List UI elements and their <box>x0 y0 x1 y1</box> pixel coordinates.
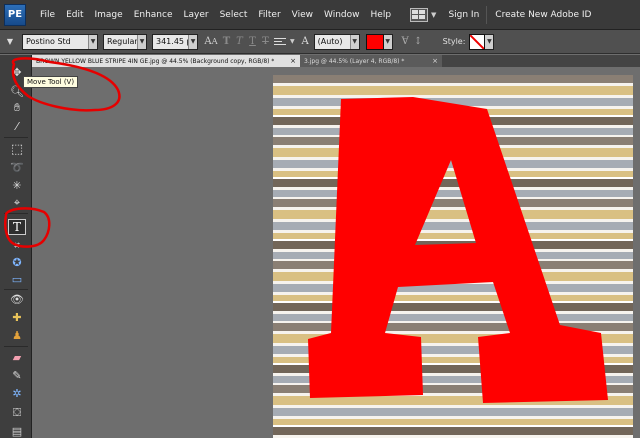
leading-value: (Auto) <box>317 37 343 46</box>
faux-bold-icon[interactable]: T <box>220 36 233 47</box>
font-family-select[interactable]: Postino Std ▼ <box>22 33 98 50</box>
chevron-down-icon[interactable]: ▼ <box>485 33 495 50</box>
tab-title: BROWN YELLOW BLUE STRIPE 4IN GE.jpg @ 44… <box>36 57 275 65</box>
chevron-down-icon[interactable]: ▼ <box>431 11 436 19</box>
type-tool-icon[interactable]: T <box>8 219 26 235</box>
document-tabs: BROWN YELLOW BLUE STRIPE 4IN GE.jpg @ 44… <box>32 55 640 67</box>
magic-wand-tool-icon[interactable]: ✳ <box>8 177 26 193</box>
menu-filter[interactable]: Filter <box>258 10 280 20</box>
menu-file[interactable]: File <box>40 10 55 20</box>
lasso-tool-icon[interactable]: ➰ <box>8 159 26 175</box>
chevron-down-icon: ▼ <box>349 34 359 49</box>
toolbox-divider <box>4 137 28 138</box>
smart-brush-tool-icon[interactable]: ✲ <box>8 385 26 401</box>
workspace-layout-icon[interactable] <box>410 7 429 22</box>
tool-options-bar: ▼ Postino Std ▼ Regular ▼ 341.45 p ▼ AA … <box>0 30 640 54</box>
toolbox: ✥ 🔍︎ ✋︎ ⁄ ⬚ ➰ ✳ ⌖ T ⌗ ✪ ▭ 👁︎ ✚ ♟ ▰ ✎ ✲ ⛋… <box>0 55 32 438</box>
crop-tool-icon[interactable]: ⌗ <box>8 238 26 254</box>
leading-select[interactable]: (Auto) ▼ <box>313 33 360 50</box>
spot-healing-tool-icon[interactable]: ✚ <box>8 309 26 325</box>
move-tool-tooltip: Move Tool (V) <box>23 76 79 88</box>
leading-icon: A <box>301 36 309 47</box>
font-size-value: 341.45 p <box>156 37 192 46</box>
chevron-down-icon: ▼ <box>88 34 97 49</box>
menu-bar: PE File Edit Image Enhance Layer Select … <box>0 0 640 30</box>
tab-title: 3.jpg @ 44.5% (Layer 4, RGB/8) * <box>304 57 405 65</box>
anti-alias-icon[interactable]: AA <box>202 36 220 47</box>
letter-a-type-layer[interactable] <box>273 75 633 438</box>
marquee-tool-icon[interactable]: ⬚ <box>8 141 26 157</box>
letter-a-shape <box>308 97 608 403</box>
style-none-swatch[interactable] <box>469 33 486 50</box>
red-eye-tool-icon[interactable]: 👁︎ <box>8 291 26 307</box>
close-icon[interactable]: × <box>290 57 296 65</box>
menu-edit[interactable]: Edit <box>66 10 83 20</box>
tab-stripe-document[interactable]: BROWN YELLOW BLUE STRIPE 4IN GE.jpg @ 44… <box>32 55 300 67</box>
letter-a-text: A <box>273 75 274 76</box>
font-family-value: Postino Std <box>26 37 71 46</box>
align-left-icon[interactable] <box>272 35 290 49</box>
strikethrough-icon[interactable]: T <box>259 36 272 47</box>
quick-selection-tool-icon[interactable]: ⌖ <box>8 195 26 211</box>
menu-image[interactable]: Image <box>95 10 123 20</box>
paint-bucket-tool-icon[interactable]: ⛋ <box>8 405 26 421</box>
faux-italic-icon[interactable]: T <box>233 36 246 47</box>
menu-select[interactable]: Select <box>220 10 248 20</box>
font-size-input[interactable]: 341.45 p ▼ <box>152 33 198 50</box>
chevron-down-icon: ▼ <box>188 34 197 49</box>
cookie-cutter-tool-icon[interactable]: ✪ <box>8 254 26 270</box>
brush-tool-icon[interactable]: ✎ <box>8 367 26 383</box>
warp-text-icon[interactable]: Ɐ <box>399 36 412 47</box>
menu-window[interactable]: Window <box>324 10 360 20</box>
create-adobe-id-link[interactable]: Create New Adobe ID <box>495 10 591 20</box>
app-logo-icon: PE <box>4 3 26 26</box>
chevron-down-icon: ▼ <box>137 34 146 49</box>
toolbox-divider <box>4 289 28 290</box>
menu-enhance[interactable]: Enhance <box>134 10 173 20</box>
chevron-down-icon[interactable]: ▼ <box>383 33 393 50</box>
eraser-tool-icon[interactable]: ▰ <box>8 349 26 365</box>
menu-divider <box>486 5 488 24</box>
tool-preset-icon[interactable]: ▼ <box>2 34 18 50</box>
clone-stamp-tool-icon[interactable]: ♟ <box>8 327 26 343</box>
text-color-swatch[interactable] <box>365 33 384 50</box>
underline-icon[interactable]: T <box>246 36 259 47</box>
font-style-select[interactable]: Regular ▼ <box>103 33 147 50</box>
straighten-tool-icon[interactable]: ▭ <box>8 271 26 287</box>
toolbox-divider <box>4 346 28 347</box>
hand-tool-icon[interactable]: ✋︎ <box>8 100 26 116</box>
menu-layer[interactable]: Layer <box>184 10 209 20</box>
menu-help[interactable]: Help <box>371 10 392 20</box>
tab-3-jpg[interactable]: 3.jpg @ 44.5% (Layer 4, RGB/8) * × <box>300 55 442 67</box>
gradient-tool-icon[interactable]: ▤ <box>8 423 26 438</box>
sign-in-link[interactable]: Sign In <box>448 10 479 20</box>
close-icon[interactable]: × <box>432 57 438 65</box>
menu-view[interactable]: View <box>292 10 313 20</box>
font-style-value: Regular <box>107 37 138 46</box>
chevron-down-icon[interactable]: ▼ <box>290 38 295 45</box>
eyedropper-tool-icon[interactable]: ⁄ <box>8 118 26 134</box>
style-label: Style: <box>442 37 466 46</box>
toolbox-divider <box>4 213 28 214</box>
document-canvas[interactable]: A <box>273 75 633 438</box>
text-orientation-icon[interactable]: ↕ <box>412 36 425 47</box>
